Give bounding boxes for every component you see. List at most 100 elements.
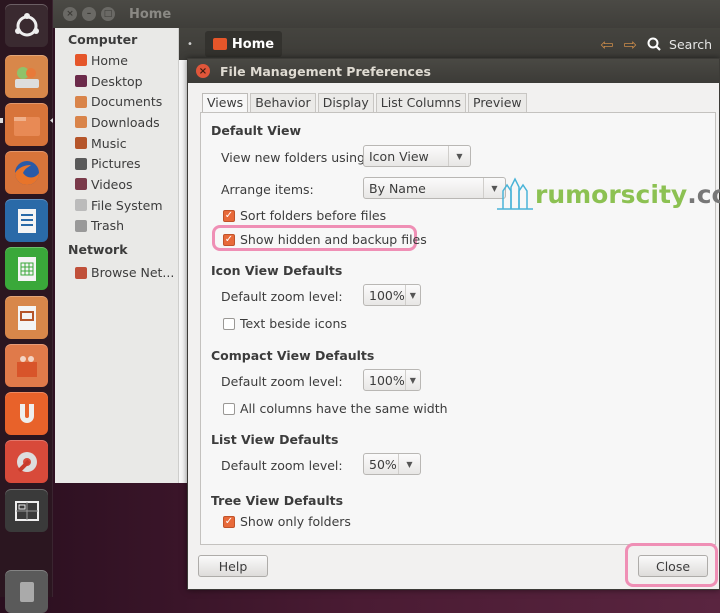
checkbox-unchecked-icon <box>223 402 235 415</box>
sidebar-item-desktop[interactable]: Desktop <box>55 71 178 92</box>
list-view-header: List View Defaults <box>211 432 339 447</box>
city-logo-icon <box>497 177 533 210</box>
chevron-down-icon: ▼ <box>404 285 420 305</box>
shopping-bag-icon <box>16 355 37 377</box>
sidebar-item-downloads[interactable]: Downloads <box>55 112 178 133</box>
forward-arrow-icon[interactable]: ⇨ <box>624 35 637 54</box>
show-hidden-checkbox[interactable]: ✓ Show hidden and backup files <box>223 232 427 247</box>
tab-display[interactable]: Display <box>317 93 374 112</box>
icon-zoom-value: 100% <box>369 287 405 303</box>
dialog-title: File Management Preferences <box>220 63 431 79</box>
show-hidden-label: Show hidden and backup files <box>240 232 427 247</box>
compact-zoom-value: 100% <box>369 372 405 388</box>
drive-icon <box>14 66 39 88</box>
tab-list-columns[interactable]: List Columns <box>375 93 466 112</box>
place-folder-icon <box>75 116 87 129</box>
arrange-items-select[interactable]: By Name ▼ <box>363 177 506 199</box>
tab-preview[interactable]: Preview <box>468 93 527 112</box>
checkmark-icon: ✓ <box>223 515 235 528</box>
place-folder-icon <box>75 137 87 150</box>
checkbox-unchecked-icon <box>223 317 235 330</box>
text-beside-icons-checkbox[interactable]: Text beside icons <box>223 316 347 331</box>
place-folder-icon <box>75 178 87 191</box>
checkmark-icon: ✓ <box>223 209 235 222</box>
sidebar-item-file-system[interactable]: File System <box>55 195 178 216</box>
chevron-down-icon: ▼ <box>398 454 420 474</box>
sidebar-item-music[interactable]: Music <box>55 133 178 154</box>
arrange-items-value: By Name <box>369 180 426 196</box>
only-folders-checkbox[interactable]: ✓ Show only folders <box>223 514 351 529</box>
workspace-switcher-launcher-icon[interactable] <box>5 489 48 532</box>
view-new-folders-value: Icon View <box>369 148 429 164</box>
unity-launcher <box>0 0 53 613</box>
list-zoom-select[interactable]: 50% ▼ <box>363 453 421 475</box>
computer-header: Computer <box>68 32 138 47</box>
sort-folders-label: Sort folders before files <box>240 208 387 223</box>
sort-folders-checkbox[interactable]: ✓ Sort folders before files <box>223 208 386 223</box>
system-settings-launcher-icon[interactable] <box>5 440 48 483</box>
chevron-down-icon: ▼ <box>448 146 470 166</box>
backup-launcher-icon[interactable] <box>5 55 48 98</box>
compact-view-header: Compact View Defaults <box>211 348 375 363</box>
sidebar-item-label: File System <box>91 197 163 213</box>
sidebar-item-label: Desktop <box>91 73 143 89</box>
icon-zoom-label: Default zoom level: <box>221 289 343 304</box>
software-center-launcher-icon[interactable] <box>5 344 48 387</box>
places-sidebar: Computer Home Desktop Documents Downloads Mu… <box>55 28 179 483</box>
breadcrumb-home[interactable]: Home <box>204 31 283 57</box>
sidebar-item-label: Videos <box>91 176 133 192</box>
sidebar-item-pictures[interactable]: Pictures <box>55 153 178 174</box>
compact-zoom-select[interactable]: 100% ▼ <box>363 369 421 391</box>
place-folder-icon <box>75 199 87 212</box>
place-folder-icon <box>75 266 87 279</box>
sidebar-item-label: Home <box>91 52 128 68</box>
path-bar-scroll-icon[interactable]: • <box>187 39 193 50</box>
window-minimize-button[interactable]: – <box>82 7 96 21</box>
writer-launcher-icon[interactable] <box>5 199 48 242</box>
dash-home-button[interactable] <box>5 4 48 47</box>
tree-view-header: Tree View Defaults <box>211 493 344 508</box>
icon-zoom-select[interactable]: 100% ▼ <box>363 284 421 306</box>
calc-launcher-icon[interactable] <box>5 247 48 290</box>
list-zoom-label: Default zoom level: <box>221 458 343 473</box>
sidebar-item-trash[interactable]: Trash <box>55 216 178 237</box>
tab-bar: Views Behavior Display List Columns Prev… <box>202 93 529 113</box>
checkmark-icon: ✓ <box>223 233 235 246</box>
only-folders-label: Show only folders <box>240 514 351 529</box>
sidebar-item-home[interactable]: Home <box>55 50 178 71</box>
trash-launcher-icon[interactable] <box>5 570 48 613</box>
breadcrumb-label: Home <box>231 36 275 52</box>
sidebar-item-label: Browse Net... <box>91 265 175 281</box>
sidebar-item-videos[interactable]: Videos <box>55 174 178 195</box>
dialog-close-icon[interactable]: × <box>196 64 210 78</box>
sidebar-item-label: Music <box>91 135 127 151</box>
file-manager-toolbar: • Home ⇦ ⇨ Search <box>179 28 720 60</box>
sidebar-item-browse-net[interactable]: Browse Net... <box>55 262 178 283</box>
window-title: Home <box>129 6 172 22</box>
sidebar-item-label: Pictures <box>91 156 141 172</box>
watermark-domain: .com <box>687 179 720 209</box>
tab-behavior[interactable]: Behavior <box>250 93 316 112</box>
place-folder-icon <box>75 75 87 88</box>
firefox-icon <box>14 160 39 185</box>
window-close-button[interactable]: × <box>63 7 77 21</box>
network-header: Network <box>68 242 128 258</box>
search-button[interactable]: Search <box>647 37 712 52</box>
help-button[interactable]: Help <box>198 555 268 577</box>
files-launcher-icon[interactable] <box>5 103 48 146</box>
sidebar-item-label: Downloads <box>91 114 160 130</box>
tab-views[interactable]: Views <box>202 93 249 113</box>
firefox-launcher-icon[interactable] <box>5 151 48 194</box>
back-arrow-icon[interactable]: ⇦ <box>600 35 613 54</box>
view-new-folders-select[interactable]: Icon View ▼ <box>363 145 471 167</box>
window-maximize-button[interactable]: □ <box>101 7 115 21</box>
window-titlebar: × – □ Home <box>53 0 720 28</box>
sidebar-item-documents[interactable]: Documents <box>55 91 178 112</box>
impress-launcher-icon[interactable] <box>5 296 48 339</box>
close-button[interactable]: Close <box>638 555 708 577</box>
view-new-folders-label: View new folders using: <box>221 150 370 165</box>
same-width-checkbox[interactable]: All columns have the same width <box>223 401 448 416</box>
views-panel: Default View View new folders using: Ico… <box>200 112 720 545</box>
ubuntu-one-launcher-icon[interactable] <box>5 392 48 435</box>
default-view-header: Default View <box>211 123 302 138</box>
